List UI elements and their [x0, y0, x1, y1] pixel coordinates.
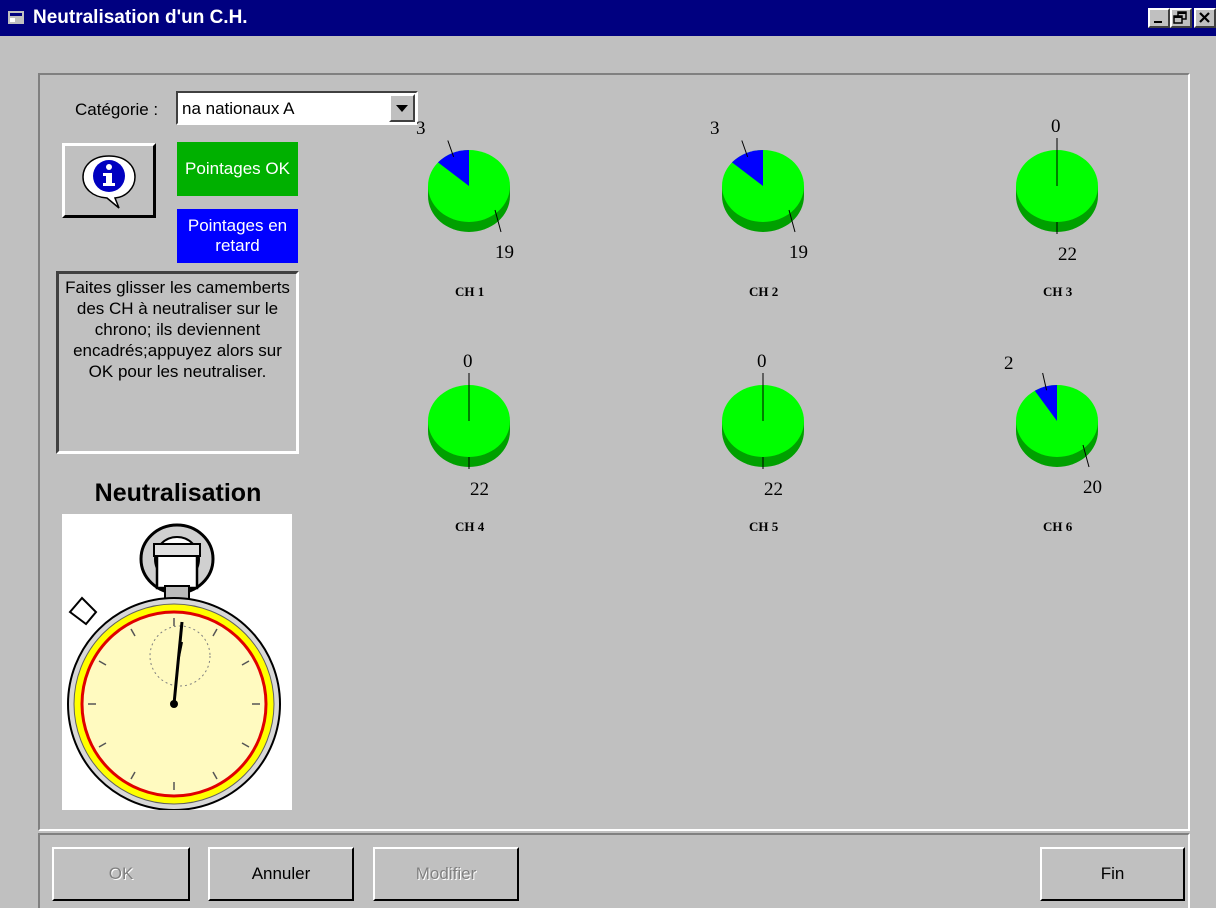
- stopwatch-image[interactable]: [62, 514, 292, 811]
- close-icon: [1199, 12, 1210, 23]
- legend-ok: Pointages OK: [177, 142, 298, 196]
- pie-ok-count: 22: [764, 479, 783, 500]
- pie-ch-6[interactable]: 2 20 CH 6: [1002, 349, 1132, 534]
- category-label: Catégorie :: [75, 100, 159, 119]
- legend-late: Pointages en retard: [177, 209, 298, 263]
- pie-late-count: 0: [463, 351, 473, 372]
- minimize-icon: [1154, 21, 1162, 23]
- info-icon: [82, 155, 136, 209]
- pie-late-count: 0: [1051, 116, 1061, 137]
- pie-label: CH 4: [455, 519, 485, 534]
- cancel-button[interactable]: Annuler: [208, 847, 354, 901]
- pie-ok-count: 19: [495, 242, 514, 263]
- pie-late-count: 3: [416, 118, 426, 139]
- pie-ch-5[interactable]: 0 22 CH 5: [708, 349, 838, 534]
- pie-label: CH 5: [749, 519, 779, 534]
- close-button[interactable]: [1194, 8, 1216, 28]
- pie-late-count: 3: [710, 118, 720, 139]
- instructions-text: Faites glisser les camemberts des CH à n…: [56, 271, 299, 454]
- pie-ok-count: 22: [470, 479, 489, 500]
- chevron-down-icon: [396, 105, 408, 112]
- app-icon: [8, 11, 24, 24]
- pie-label: CH 1: [455, 284, 485, 299]
- pie-label: CH 3: [1043, 284, 1073, 299]
- pie-ch-1[interactable]: 3 19 CH 1: [414, 114, 544, 299]
- pie-ch-2[interactable]: 3 19 CH 2: [708, 114, 838, 299]
- restore-button[interactable]: [1170, 8, 1192, 28]
- ok-button[interactable]: OK: [52, 847, 190, 901]
- pie-ok-count: 22: [1058, 244, 1077, 265]
- dropdown-button[interactable]: [389, 94, 415, 122]
- pie-ok-count: 19: [789, 242, 808, 263]
- pie-ch-3[interactable]: 0 22 CH 3: [1002, 114, 1132, 299]
- pie-late-count: 0: [757, 351, 767, 372]
- category-value: na nationaux A: [182, 99, 295, 118]
- minimize-button[interactable]: [1148, 8, 1170, 28]
- modify-button[interactable]: Modifier: [373, 847, 519, 901]
- category-select[interactable]: na nationaux A: [176, 91, 418, 125]
- pie-label: CH 6: [1043, 519, 1073, 534]
- window-title: Neutralisation d'un C.H.: [33, 7, 248, 28]
- end-button[interactable]: Fin: [1040, 847, 1185, 901]
- title-bar: Neutralisation d'un C.H.: [0, 0, 1216, 36]
- restore-icon: [1173, 11, 1187, 24]
- info-button[interactable]: [62, 143, 156, 218]
- pie-late-count: 2: [1004, 353, 1014, 374]
- pie-label: CH 2: [749, 284, 779, 299]
- pie-ok-count: 20: [1083, 477, 1102, 498]
- pie-ch-4[interactable]: 0 22 CH 4: [414, 349, 544, 534]
- neutralisation-title: Neutralisation: [94, 479, 262, 507]
